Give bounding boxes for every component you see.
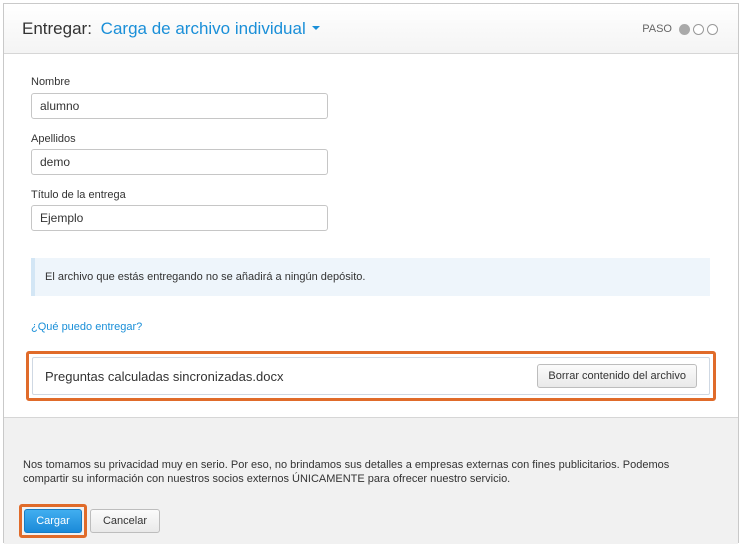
step-indicator: PASO [642,23,718,35]
step-label: PASO [642,23,672,35]
dialog-title: Entregar: Carga de archivo individual [22,19,320,39]
upload-mode-dropdown[interactable]: Carga de archivo individual [101,19,320,38]
what-can-i-submit-link[interactable]: ¿Qué puedo entregar? [31,321,142,333]
privacy-notice: Nos tomamos su privacidad muy en serio. … [23,459,670,485]
dialog-header: Entregar: Carga de archivo individual PA… [4,4,738,54]
upload-button-highlight: Cargar [19,504,87,538]
submission-title-label: Título de la entrega [31,189,126,201]
caret-down-icon [311,26,320,30]
upload-mode-label: Carga de archivo individual [100,19,306,38]
first-name-input[interactable] [31,93,328,119]
cancel-button[interactable]: Cancelar [90,509,160,533]
step-dots [676,23,718,35]
clear-file-button[interactable]: Borrar contenido del archivo [537,364,697,388]
step-dot-icon [707,23,718,35]
selected-file-name: Preguntas calculadas sincronizadas.docx [45,369,284,384]
selected-file-highlight: Preguntas calculadas sincronizadas.docx … [26,351,716,401]
selected-file-panel: Preguntas calculadas sincronizadas.docx … [32,357,710,395]
first-name-label: Nombre [31,76,71,88]
last-name-label: Apellidos [31,133,76,145]
title-prefix: Entregar: [22,19,92,38]
submission-dialog: Entregar: Carga de archivo individual PA… [3,3,739,544]
step-dot-icon [693,23,704,35]
last-name-input[interactable] [31,149,328,175]
dialog-footer: Nos tomamos su privacidad muy en serio. … [4,417,738,544]
submission-title-input[interactable] [31,205,328,231]
upload-button[interactable]: Cargar [24,509,82,533]
step-dot-active-icon [679,23,690,35]
info-message: El archivo que estás entregando no se añ… [31,258,710,296]
